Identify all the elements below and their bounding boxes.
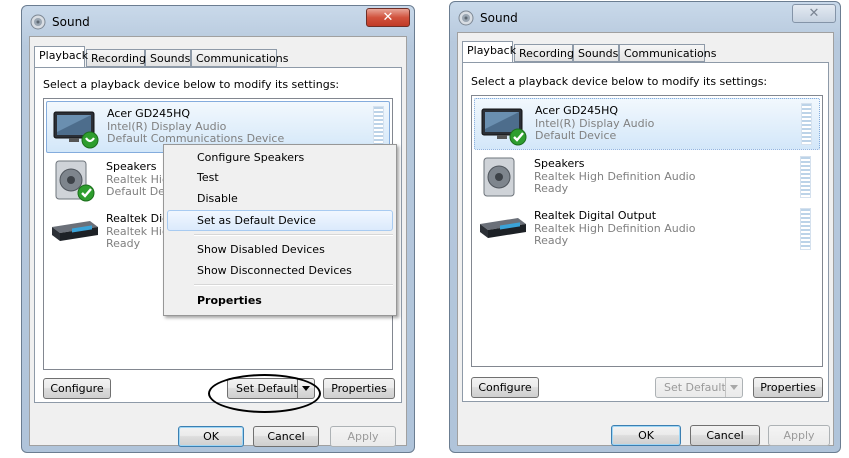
instruction-text: Select a playback device below to modify…	[43, 78, 340, 91]
instruction-text: Select a playback device below to modify…	[471, 75, 768, 88]
speaker-icon	[30, 14, 46, 30]
menu-item-show-disconnected[interactable]: Show Disconnected Devices	[167, 260, 393, 281]
apply-button[interactable]: Apply	[768, 425, 830, 446]
speaker-icon	[458, 10, 474, 26]
configure-button[interactable]: Configure	[43, 378, 111, 399]
menu-item-set-default[interactable]: Set as Default Device	[167, 210, 393, 231]
tab-sounds[interactable]: Sounds	[573, 44, 619, 62]
menu-item-properties[interactable]: Properties	[167, 290, 393, 311]
menu-item-test[interactable]: Test	[167, 167, 393, 188]
volume-meter	[800, 156, 811, 198]
close-button[interactable]: ✕	[366, 8, 410, 27]
device-name: Realtek Digital Output	[534, 209, 657, 222]
title-bar: Sound	[458, 8, 518, 28]
highlight-ellipse	[208, 374, 321, 413]
monitor-icon	[53, 111, 99, 149]
window-title: Sound	[52, 15, 90, 29]
properties-button[interactable]: Properties	[323, 378, 395, 399]
menu-item-configure-speakers[interactable]: Configure Speakers	[167, 147, 393, 168]
tab-playback[interactable]: Playback	[34, 46, 88, 67]
apply-button[interactable]: Apply	[330, 426, 396, 447]
set-default-dropdown[interactable]	[725, 378, 742, 397]
close-icon: ✕	[808, 6, 820, 21]
menu-separator	[194, 234, 393, 236]
device-item-acer[interactable]: Acer GD245HQ Intel(R) Display Audio Defa…	[474, 98, 820, 150]
cancel-button[interactable]: Cancel	[253, 426, 319, 447]
device-item-digital-output[interactable]: Realtek Digital Output Realtek High Defi…	[474, 204, 820, 256]
tab-communications[interactable]: Communications	[619, 44, 716, 62]
device-list[interactable]: Acer GD245HQ Intel(R) Display Audio Defa…	[471, 95, 823, 367]
tab-recording[interactable]: Recording	[514, 44, 574, 62]
configure-button[interactable]: Configure	[471, 377, 539, 398]
properties-button[interactable]: Properties	[753, 377, 823, 398]
digital-output-icon	[480, 218, 526, 238]
title-bar: Sound	[30, 12, 90, 32]
tab-content: Select a playback device below to modify…	[462, 62, 829, 402]
device-status: Ready	[534, 182, 569, 195]
close-icon: ✕	[382, 10, 394, 25]
monitor-icon	[481, 108, 527, 146]
device-status: Ready	[534, 234, 569, 247]
menu-item-disable[interactable]: Disable	[167, 188, 393, 209]
volume-meter	[373, 106, 384, 148]
volume-meter	[801, 103, 812, 145]
window-title: Sound	[480, 11, 518, 25]
device-name: Speakers	[534, 157, 585, 170]
device-name: Acer GD245HQ	[535, 104, 619, 117]
device-status: Default Device	[535, 129, 617, 142]
sound-dialog-left: Sound ✕ Playback Recording Sounds Commun…	[21, 5, 415, 453]
ok-button[interactable]: OK	[178, 426, 244, 447]
sound-dialog-right: Sound ✕ Playback Recording Sounds Commun…	[449, 1, 841, 453]
set-default-button[interactable]: Set Default	[655, 377, 743, 398]
menu-separator	[194, 284, 393, 286]
set-default-label: Set Default	[664, 381, 726, 394]
device-name: Speakers	[106, 160, 157, 173]
chevron-down-icon	[730, 385, 738, 390]
speaker-device-icon	[55, 160, 95, 202]
device-item-speakers[interactable]: Speakers Realtek High Definition Audio R…	[474, 152, 820, 204]
menu-item-show-disabled[interactable]: Show Disabled Devices	[167, 239, 393, 260]
tab-playback[interactable]: Playback	[462, 41, 516, 62]
speaker-device-icon	[483, 157, 515, 197]
close-button[interactable]: ✕	[792, 4, 836, 23]
ok-button[interactable]: OK	[611, 425, 681, 446]
tab-communications[interactable]: Communications	[191, 49, 288, 67]
volume-meter	[800, 208, 811, 250]
tab-sounds[interactable]: Sounds	[145, 49, 191, 67]
tab-recording[interactable]: Recording	[86, 49, 146, 67]
context-menu: Configure Speakers Test Disable Set as D…	[163, 144, 397, 316]
dialog-body: Playback Recording Sounds Communications…	[457, 32, 834, 446]
device-status: Ready	[106, 237, 141, 250]
device-name: Acer GD245HQ	[107, 107, 191, 120]
cancel-button[interactable]: Cancel	[690, 425, 760, 446]
digital-output-icon	[52, 221, 98, 241]
